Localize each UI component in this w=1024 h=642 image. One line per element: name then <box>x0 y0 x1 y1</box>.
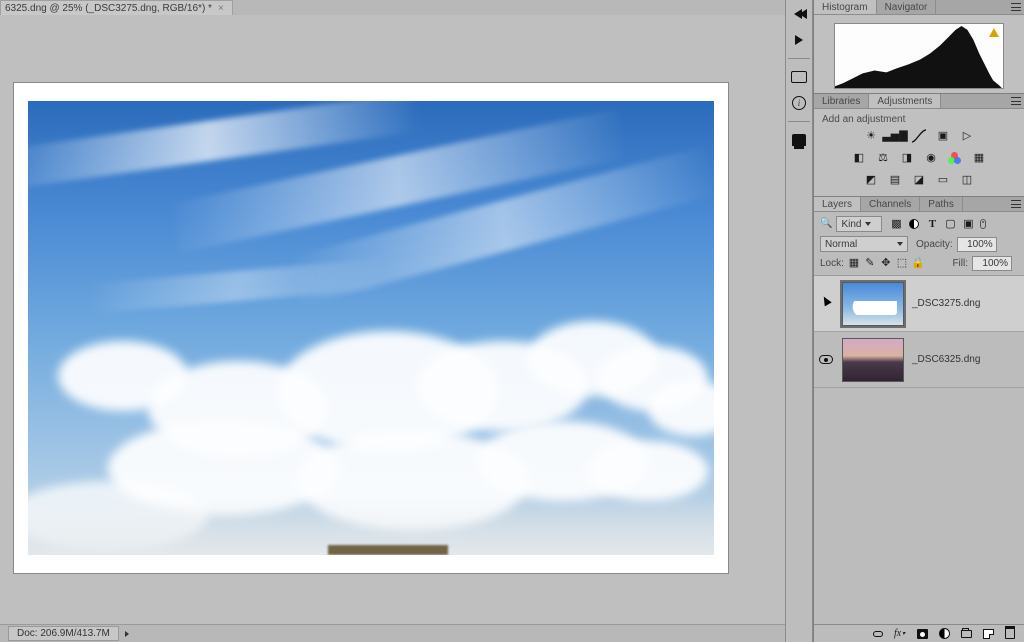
adjustments-panel: Libraries Adjustments Add an adjustment … <box>814 94 1024 197</box>
histogram-panel: Histogram Navigator <box>814 0 1024 94</box>
document-tab[interactable]: 6325.dng @ 25% (_DSC3275.dng, RGB/16*) *… <box>0 0 233 15</box>
image-content <box>28 101 714 555</box>
layers-footer: fx▾ <box>814 624 1024 642</box>
smart-filter-icon[interactable]: ▣ <box>962 218 974 230</box>
chevron-down-icon <box>865 222 871 226</box>
play-icon[interactable] <box>788 30 810 50</box>
layer-filter-select[interactable]: Kind <box>836 216 882 232</box>
histogram-warning-icon[interactable] <box>989 28 999 37</box>
document-title: 6325.dng @ 25% (_DSC3275.dng, RGB/16*) * <box>5 3 212 14</box>
type-filter-icon[interactable]: T <box>926 218 938 230</box>
invert-icon[interactable]: ◩ <box>862 172 880 188</box>
layer-visibility-toggle[interactable] <box>818 355 834 364</box>
canvas-viewport[interactable] <box>0 15 785 624</box>
layer-list: _DSC3275.dng _DSC6325.dng <box>814 276 1024 624</box>
canvas[interactable] <box>14 83 728 573</box>
document-area: 6325.dng @ 25% (_DSC3275.dng, RGB/16*) *… <box>0 0 785 642</box>
status-flyout-icon[interactable] <box>125 631 129 637</box>
channel-mixer-icon[interactable] <box>946 150 964 166</box>
chevron-down-icon <box>897 242 903 246</box>
lock-pixels-icon[interactable]: ✎ <box>864 258 876 270</box>
layer-thumbnail[interactable] <box>842 282 904 326</box>
audio-icon[interactable] <box>788 67 810 87</box>
blend-mode-select[interactable]: Normal <box>820 236 908 252</box>
opacity-label: Opacity: <box>916 239 953 250</box>
color-balance-icon[interactable]: ⚖ <box>874 150 892 166</box>
tab-adjustments[interactable]: Adjustments <box>869 94 941 108</box>
color-lookup-icon[interactable]: ▦ <box>970 150 988 166</box>
threshold-icon[interactable]: ◪ <box>910 172 928 188</box>
shape-filter-icon[interactable]: ▢ <box>944 218 956 230</box>
panel-menu-icon[interactable] <box>1008 197 1024 211</box>
black-white-icon[interactable]: ◨ <box>898 150 916 166</box>
tab-layers[interactable]: Layers <box>814 197 861 211</box>
layer-thumbnail[interactable] <box>842 338 904 382</box>
tab-channels[interactable]: Channels <box>861 197 920 211</box>
cursor-icon <box>819 296 834 311</box>
search-icon: 🔍 <box>820 219 832 229</box>
close-tab-icon[interactable]: × <box>218 3 224 14</box>
layers-panel: Layers Channels Paths 🔍 Kind ▩ T <box>814 197 1024 642</box>
vibrance-icon[interactable]: ▷ <box>958 128 976 144</box>
layer-filter-label: Kind <box>841 219 861 230</box>
add-mask-icon[interactable] <box>916 628 928 640</box>
info-icon[interactable]: i <box>788 93 810 113</box>
layer-item[interactable]: _DSC3275.dng <box>814 276 1024 332</box>
photo-filter-icon[interactable]: ◉ <box>922 150 940 166</box>
layer-item[interactable]: _DSC6325.dng <box>814 332 1024 388</box>
eye-icon <box>819 355 833 364</box>
panel-menu-icon[interactable] <box>1008 0 1024 14</box>
blend-mode-value: Normal <box>825 239 857 250</box>
posterize-icon[interactable]: ▤ <box>886 172 904 188</box>
tab-libraries[interactable]: Libraries <box>814 94 869 108</box>
link-layers-icon[interactable] <box>872 628 884 640</box>
brightness-contrast-icon[interactable]: ☀ <box>862 128 880 144</box>
adjustment-filter-icon[interactable] <box>908 218 920 230</box>
fill-label: Fill: <box>952 258 968 269</box>
playhead-back-icon[interactable] <box>788 4 810 24</box>
delete-layer-icon[interactable] <box>1004 628 1016 640</box>
filter-toggle-icon[interactable] <box>980 219 986 229</box>
levels-icon[interactable]: ▃▅▇ <box>886 128 904 144</box>
exposure-icon[interactable]: ▣ <box>934 128 952 144</box>
hue-saturation-icon[interactable]: ◧ <box>850 150 868 166</box>
selective-color-icon[interactable]: ◫ <box>958 172 976 188</box>
pixel-filter-icon[interactable]: ▩ <box>890 218 902 230</box>
layer-filter-icons: ▩ T ▢ ▣ <box>890 218 986 230</box>
lock-label: Lock: <box>820 258 844 269</box>
lock-all-icon[interactable]: 🔒 <box>912 258 924 270</box>
doc-size-readout[interactable]: Doc: 206.9M/413.7M <box>8 626 119 641</box>
status-bar: Doc: 206.9M/413.7M <box>0 624 785 642</box>
layer-name[interactable]: _DSC3275.dng <box>912 298 1018 309</box>
right-panel-stack: Histogram Navigator Libraries Adjustment… <box>813 0 1024 642</box>
layer-visibility-toggle[interactable] <box>818 296 834 311</box>
layer-name[interactable]: _DSC6325.dng <box>912 354 1018 365</box>
fx-icon[interactable]: fx▾ <box>894 628 906 640</box>
tab-navigator[interactable]: Navigator <box>877 0 937 14</box>
tab-paths[interactable]: Paths <box>920 197 963 211</box>
new-adjustment-layer-icon[interactable] <box>938 628 950 640</box>
lock-artboard-icon[interactable]: ⬚ <box>896 258 908 270</box>
opacity-input[interactable]: 100% <box>957 237 997 252</box>
gradient-map-icon[interactable]: ▭ <box>934 172 952 188</box>
lock-position-icon[interactable]: ✥ <box>880 258 892 270</box>
collapsed-panel-dock: i <box>785 0 813 642</box>
adjustments-subtitle: Add an adjustment <box>814 109 1024 128</box>
histogram-graph[interactable] <box>834 23 1004 89</box>
curves-icon[interactable] <box>910 128 928 144</box>
new-layer-icon[interactable] <box>982 628 994 640</box>
panel-menu-icon[interactable] <box>1008 94 1024 108</box>
adjustments-grid: ☀ ▃▅▇ ▣ ▷ ◧ ⚖ ◨ ◉ ▦ ◩ ▤ ◪ <box>814 128 1024 188</box>
new-group-icon[interactable] <box>960 628 972 640</box>
tab-histogram[interactable]: Histogram <box>814 0 877 14</box>
lock-transparency-icon[interactable]: ▦ <box>848 258 860 270</box>
clone-stamp-icon[interactable] <box>788 130 810 150</box>
fill-input[interactable]: 100% <box>972 256 1012 271</box>
document-tab-bar: 6325.dng @ 25% (_DSC3275.dng, RGB/16*) *… <box>0 0 785 15</box>
